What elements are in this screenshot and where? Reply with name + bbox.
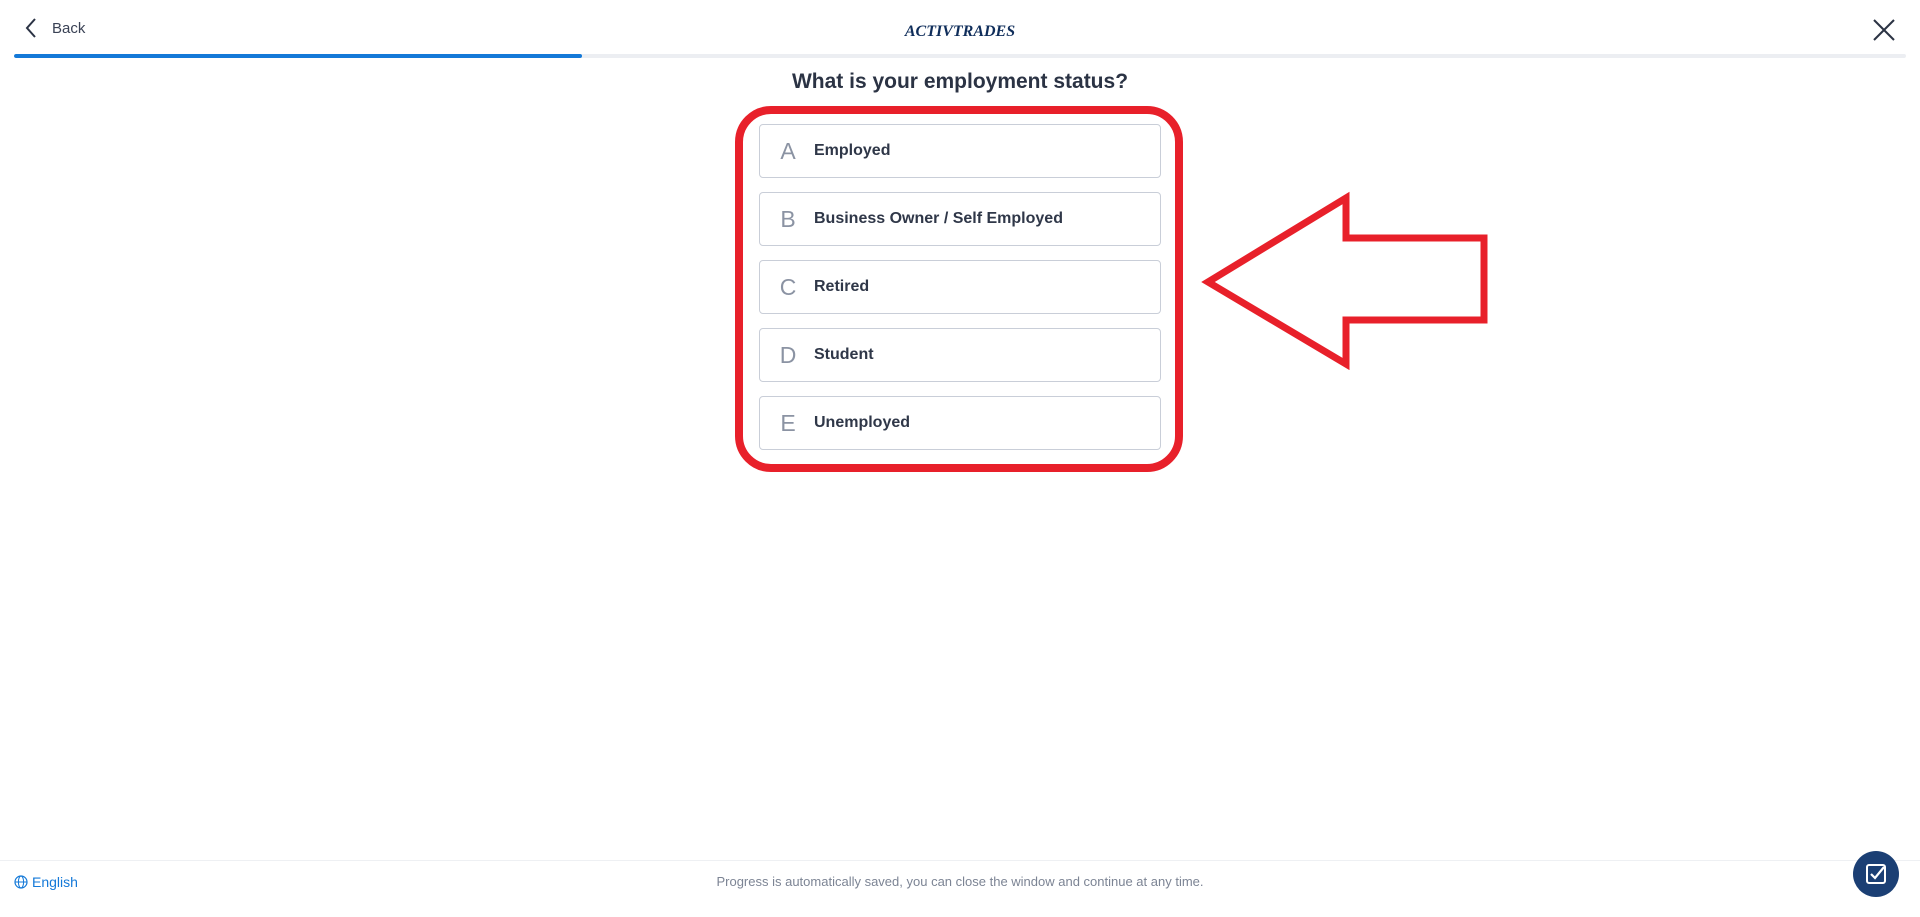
progress-bar [14, 54, 1906, 58]
option-letter: D [779, 341, 797, 368]
annotation-arrow-icon [1201, 191, 1488, 370]
option-retired[interactable]: C Retired [759, 260, 1161, 314]
activtrades-logo: ACTIVTRADES [895, 20, 1025, 40]
option-label: Retired [814, 278, 870, 295]
options-list: A Employed B Business Owner / Self Emplo… [759, 124, 1161, 450]
autosave-note: Progress is automatically saved, you can… [716, 874, 1204, 889]
option-business-owner[interactable]: B Business Owner / Self Employed [759, 192, 1161, 246]
question-title: What is your employment status? [791, 70, 1129, 93]
svg-text:ACTIVTRADES: ACTIVTRADES [904, 23, 1015, 40]
footer-divider [0, 860, 1920, 861]
option-employed[interactable]: A Employed [759, 124, 1161, 178]
option-student[interactable]: D Student [759, 328, 1161, 382]
option-label: Unemployed [814, 414, 911, 431]
close-button[interactable] [1869, 15, 1899, 45]
checkbox-icon [1866, 864, 1886, 884]
chevron-left-icon [25, 18, 36, 38]
close-icon [1873, 19, 1895, 41]
back-button[interactable]: Back [24, 14, 85, 42]
back-label: Back [52, 19, 86, 37]
progress-fill [14, 54, 582, 58]
option-letter: A [780, 137, 796, 164]
chat-button[interactable] [1853, 851, 1899, 897]
option-label: Business Owner / Self Employed [814, 210, 1063, 227]
option-unemployed[interactable]: E Unemployed [759, 396, 1161, 450]
option-label: Student [814, 346, 874, 363]
option-letter: E [780, 409, 796, 436]
option-letter: B [780, 205, 796, 232]
option-label: Employed [814, 142, 891, 159]
option-letter: C [779, 273, 797, 300]
